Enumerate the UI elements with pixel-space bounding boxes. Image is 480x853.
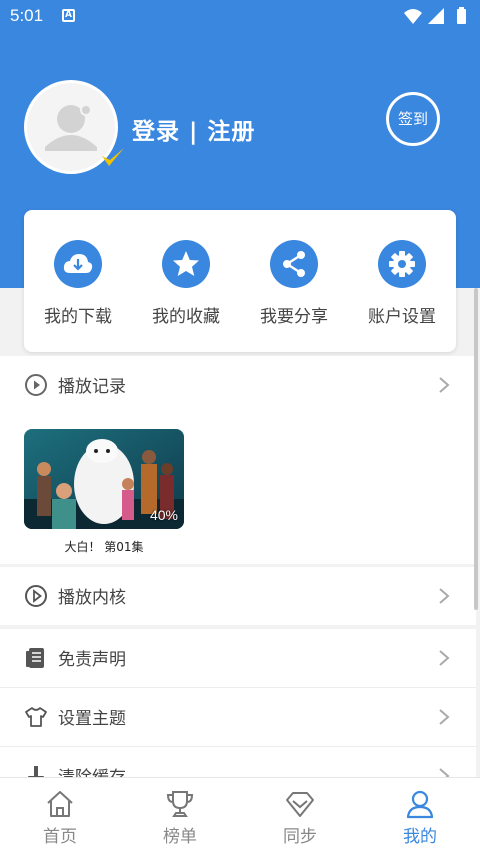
bottom-nav: 首页 榜单 同步 我的 xyxy=(0,777,480,853)
wifi-icon xyxy=(404,9,422,24)
download-cloud-icon xyxy=(54,240,102,288)
battery-icon xyxy=(457,9,466,24)
quick-action-label: 账户设置 xyxy=(368,307,436,327)
nav-label: 同步 xyxy=(283,827,317,847)
trophy-icon xyxy=(166,791,194,817)
nav-label: 首页 xyxy=(43,827,77,847)
tshirt-icon xyxy=(25,707,47,727)
gear-icon xyxy=(378,240,426,288)
nav-tab-home[interactable]: 首页 xyxy=(0,788,120,847)
nav-tab-sync[interactable]: 同步 xyxy=(240,788,360,847)
document-icon xyxy=(26,648,44,668)
quick-action-favorites[interactable]: 我的收藏 xyxy=(132,240,240,327)
history-title: 播放记录 xyxy=(58,377,126,397)
chevron-right-icon xyxy=(439,709,450,725)
menu-row-play-kernel[interactable]: 播放内核 xyxy=(0,567,476,625)
nav-label: 榜单 xyxy=(163,827,197,847)
login-register-link[interactable]: 登录 | 注册 xyxy=(132,112,255,146)
chevron-right-icon xyxy=(439,377,450,393)
signal-icon xyxy=(428,8,444,24)
menu-row-label: 播放内核 xyxy=(58,588,126,608)
menu-row-label: 设置主题 xyxy=(58,709,126,729)
menu-row-theme[interactable]: 设置主题 xyxy=(0,688,476,746)
menu-row-disclaimer[interactable]: 免责声明 xyxy=(0,629,476,687)
quick-action-label: 我要分享 xyxy=(260,307,328,327)
checkin-button[interactable]: 签到 xyxy=(386,92,440,146)
history-item-thumbnail[interactable]: 40% xyxy=(24,429,184,529)
status-bar: 5:01 A xyxy=(0,0,480,32)
app-notification-icon: A xyxy=(62,9,75,22)
menu-row-label: 免责声明 xyxy=(58,650,126,670)
history-progress: 40% xyxy=(149,507,178,523)
play-circle-icon xyxy=(25,374,47,396)
scrollbar[interactable] xyxy=(474,288,478,610)
play-circle-icon xyxy=(25,585,47,607)
status-time: 5:01 xyxy=(10,6,44,25)
quick-action-label: 我的收藏 xyxy=(152,307,220,327)
quick-action-label: 我的下载 xyxy=(44,307,112,327)
quick-action-share[interactable]: 我要分享 xyxy=(240,240,348,327)
nav-tab-mine[interactable]: 我的 xyxy=(360,788,480,847)
diamond-icon xyxy=(286,792,314,817)
chevron-right-icon xyxy=(439,650,450,666)
quick-action-settings[interactable]: 账户设置 xyxy=(348,240,456,327)
nav-label: 我的 xyxy=(403,827,437,847)
quick-action-downloads[interactable]: 我的下载 xyxy=(24,240,132,327)
vip-check-icon xyxy=(102,148,124,166)
user-icon xyxy=(406,790,434,819)
share-icon xyxy=(270,240,318,288)
history-row[interactable]: 播放记录 xyxy=(0,356,476,414)
history-item-caption: 大白！ 第01集 xyxy=(64,540,144,554)
home-icon xyxy=(47,791,73,817)
quick-actions-card: 我的下载 我的收藏 我要分享 账户设置 xyxy=(24,210,456,352)
nav-tab-ranking[interactable]: 榜单 xyxy=(120,788,240,847)
status-icons xyxy=(402,7,472,29)
star-icon xyxy=(162,240,210,288)
chevron-right-icon xyxy=(439,588,450,604)
